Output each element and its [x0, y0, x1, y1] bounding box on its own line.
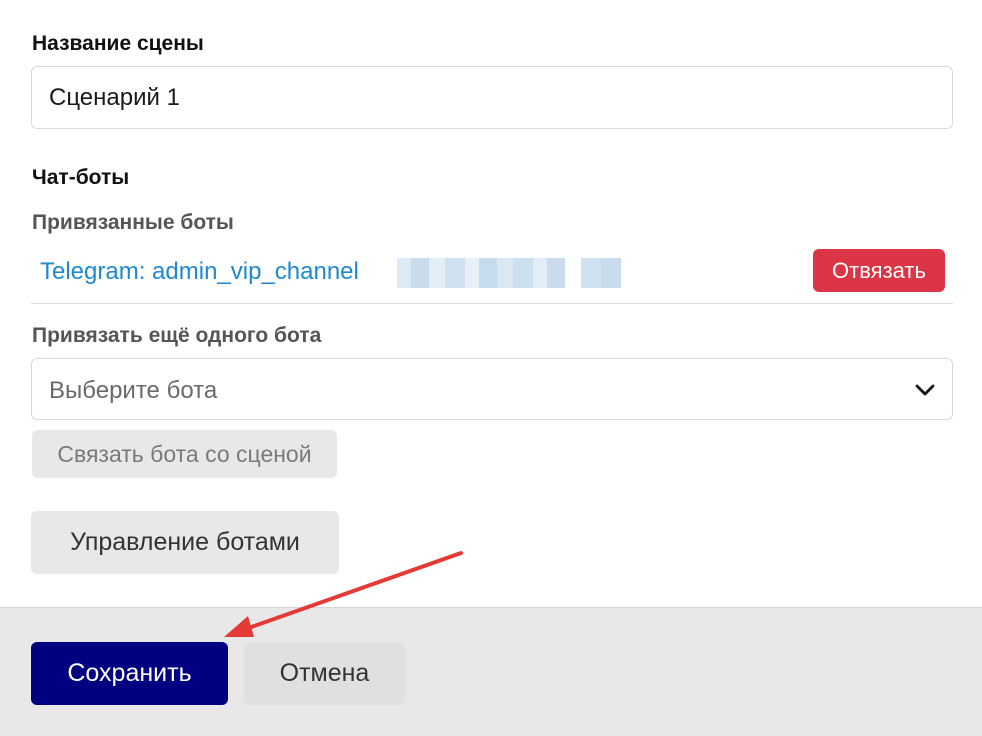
link-bot-to-scene-button[interactable]: Связать бота со сценой [32, 430, 337, 478]
bot-select[interactable]: Выберите бота [31, 358, 953, 420]
chatbots-section-title: Чат-боты [32, 166, 130, 189]
save-button[interactable]: Сохранить [31, 642, 228, 705]
redacted-bot-id [397, 258, 621, 288]
linked-bot-link[interactable]: Telegram: admin_vip_channel [40, 258, 359, 286]
form-footer: Сохранить Отмена [0, 607, 982, 736]
cancel-button[interactable]: Отмена [244, 642, 405, 705]
add-bot-label: Привязать ещё одного бота [32, 324, 322, 347]
linked-bots-label: Привязанные боты [32, 211, 234, 234]
scene-name-input[interactable] [31, 66, 953, 129]
bot-select-placeholder: Выберите бота [49, 377, 218, 404]
manage-bots-button[interactable]: Управление ботами [31, 511, 339, 574]
unlink-bot-button[interactable]: Отвязать [813, 249, 945, 292]
chevron-down-icon [915, 384, 935, 396]
scene-name-label: Название сцены [32, 32, 204, 55]
scene-settings-form: Название сцены Чат-боты Привязанные боты… [0, 0, 982, 607]
linked-bot-row: Telegram: admin_vip_channel Отвязать [31, 244, 953, 304]
